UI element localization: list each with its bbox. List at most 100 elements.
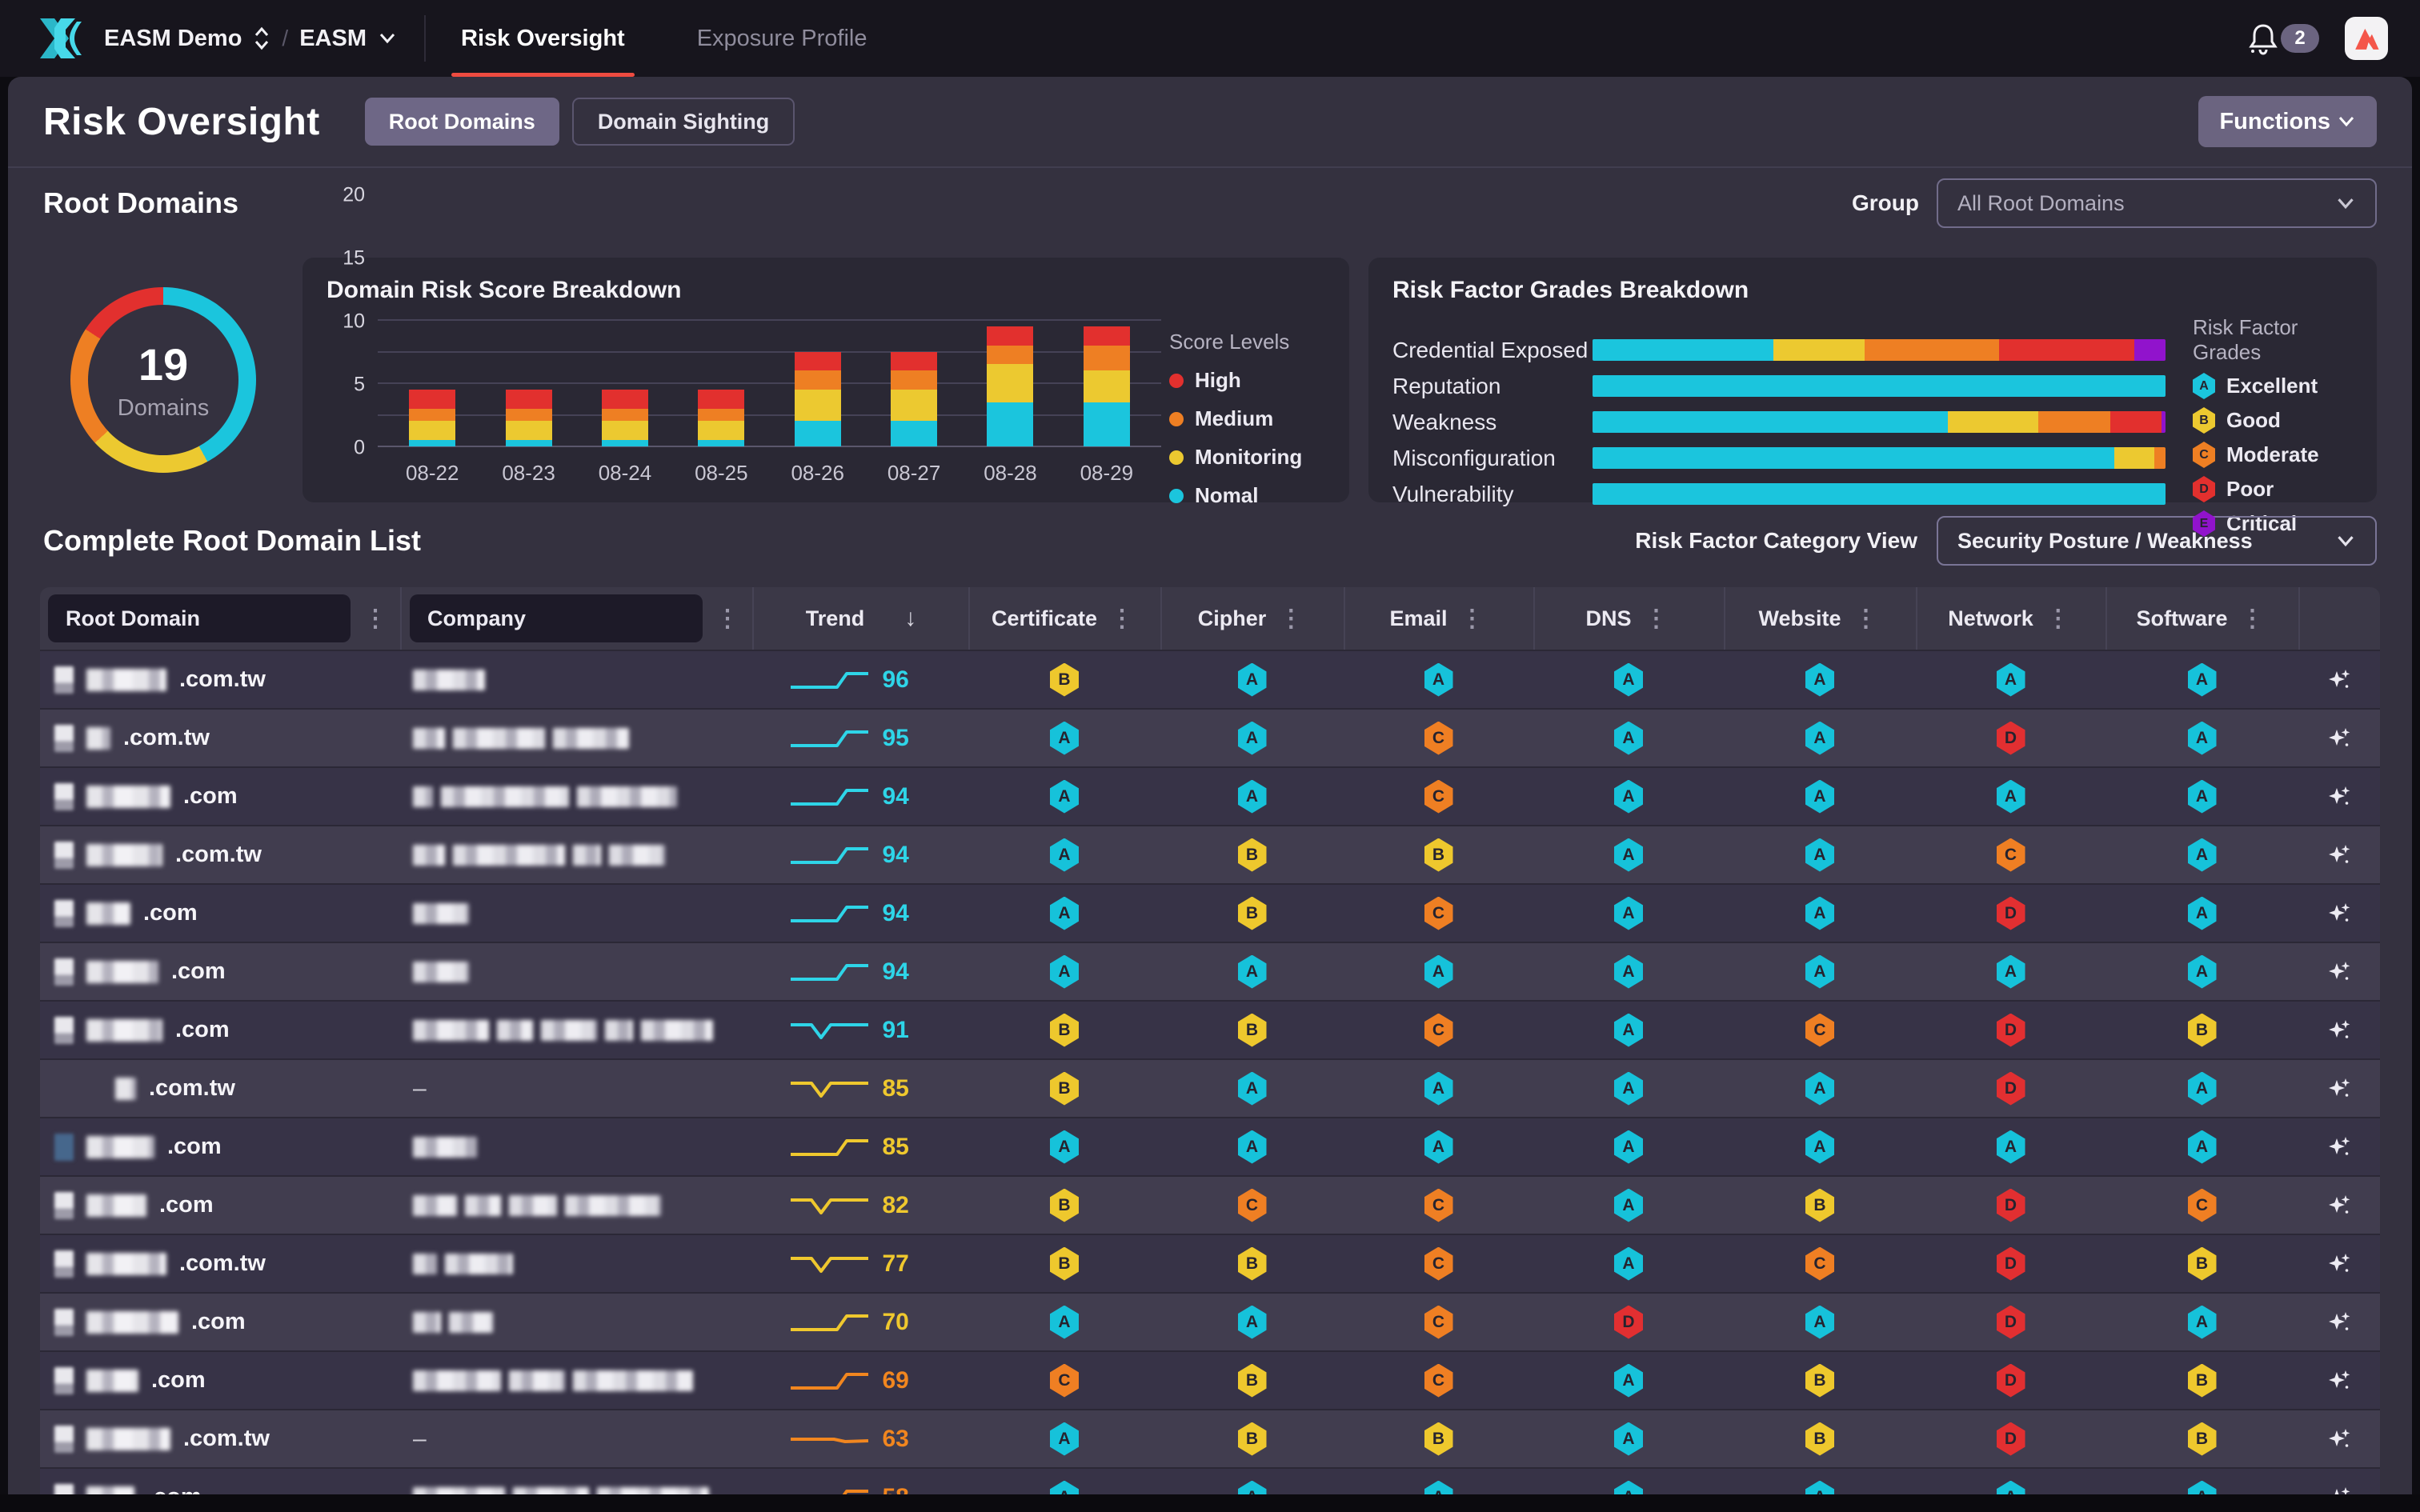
ai-sparkle-button[interactable] (2326, 1251, 2352, 1277)
table-row[interactable]: .com.tw96BAAAAAA (40, 650, 2380, 708)
tab-risk-oversight[interactable]: Risk Oversight (461, 0, 625, 77)
row-actions-cell (2298, 1177, 2380, 1234)
y-tick-20: 20 (343, 184, 365, 207)
root-domains-button[interactable]: Root Domains (365, 98, 559, 146)
redacted-domain-name (86, 1428, 170, 1450)
column-software[interactable]: Software⋮ (2105, 587, 2298, 650)
ai-sparkle-button[interactable] (2326, 667, 2352, 693)
redacted-company-block (509, 1195, 557, 1216)
ai-sparkle-button[interactable] (2326, 726, 2352, 751)
grade-B-badge: B (1050, 1247, 1079, 1281)
column-root-domain[interactable]: Root Domain ⋮ (40, 587, 400, 650)
segment-nomal (409, 440, 455, 446)
trend-sparkline (787, 1075, 871, 1102)
kebab-menu-icon[interactable]: ⋮ (2041, 605, 2075, 633)
table-row[interactable]: .com94AAAAAAA (40, 942, 2380, 1000)
grade-A-badge: A (2188, 955, 2217, 989)
grade-B-badge: B (1238, 1014, 1267, 1047)
table-row[interactable]: .com94ABCAADA (40, 883, 2380, 942)
segment-excellent (1593, 411, 1948, 433)
table-row[interactable]: .com91BBCACDB (40, 1000, 2380, 1058)
trend-sparkline (787, 1134, 871, 1161)
root-domain-cell: .com.tw (40, 1060, 400, 1117)
ai-sparkle-button[interactable] (2326, 901, 2352, 926)
table-row[interactable]: .com.tw77BBCACDB (40, 1234, 2380, 1292)
domain-sighting-button[interactable]: Domain Sighting (572, 98, 795, 146)
ai-sparkle-button[interactable] (2326, 1134, 2352, 1160)
table-row[interactable]: .com85AAAAAAA (40, 1117, 2380, 1175)
ai-sparkle-button[interactable] (2326, 1018, 2352, 1043)
table-row[interactable]: .com.tw–63ABBABDB (40, 1409, 2380, 1467)
table-row[interactable]: .com.tw95AACAADA (40, 708, 2380, 766)
segment-monitoring (506, 421, 552, 440)
grade-A-badge: A (1614, 1364, 1643, 1398)
column-trend[interactable]: Trend ↓ (752, 587, 968, 650)
grade-A-badge: A (2193, 373, 2215, 399)
grade-B-badge: B (2188, 1422, 2217, 1456)
ai-sparkle-button[interactable] (2326, 959, 2352, 985)
kebab-menu-icon[interactable]: ⋮ (1105, 605, 1139, 633)
root-domain-cell: .com (40, 1118, 400, 1175)
notifications-bell-icon[interactable] (2247, 21, 2279, 56)
column-cipher[interactable]: Cipher⋮ (1160, 587, 1344, 650)
redacted-company-block (577, 786, 677, 807)
functions-button[interactable]: Functions (2198, 96, 2377, 147)
ai-sparkle-button[interactable] (2326, 842, 2352, 868)
avatar[interactable] (2345, 17, 2388, 60)
project-chevron-down-icon[interactable] (378, 32, 397, 45)
kebab-menu-icon[interactable]: ⋮ (1456, 605, 1489, 633)
app-logo-icon[interactable] (32, 15, 86, 62)
org-sort-chevrons-icon[interactable] (253, 26, 270, 51)
ai-sparkle-button[interactable] (2326, 784, 2352, 810)
sort-desc-icon[interactable]: ↓ (904, 605, 916, 632)
column-network[interactable]: Network⋮ (1916, 587, 2105, 650)
ai-sparkle-button[interactable] (2326, 1076, 2352, 1102)
root-domain-filter[interactable]: Root Domain (48, 594, 351, 642)
category-view-select[interactable]: Security Posture / Weakness (1937, 516, 2377, 566)
grade-A-badge: A (1614, 663, 1643, 697)
donut-total: 19 (138, 338, 188, 390)
org-switcher[interactable]: EASM Demo (104, 26, 242, 52)
website-grade-cell: A (1724, 885, 1916, 942)
kebab-menu-icon[interactable]: ⋮ (2236, 605, 2270, 633)
segment-medium (602, 409, 648, 422)
legend-label: Medium (1195, 406, 1273, 431)
risk-score: 85 (883, 1134, 934, 1161)
redacted-company-block (413, 1195, 457, 1216)
ai-sparkle-button[interactable] (2326, 1368, 2352, 1394)
column-certificate[interactable]: Certificate⋮ (968, 587, 1160, 650)
dns-grade-cell: A (1533, 768, 1724, 825)
grade-A-badge: A (1424, 1072, 1453, 1106)
trend-sparkline (787, 666, 871, 694)
tab-exposure-profile[interactable]: Exposure Profile (697, 0, 867, 77)
group-select[interactable]: All Root Domains (1937, 178, 2377, 228)
ai-sparkle-button[interactable] (2326, 1310, 2352, 1335)
software-grade-cell: A (2105, 710, 2298, 766)
network-grade-cell: D (1916, 1352, 2105, 1409)
segment-moderate (2154, 447, 2166, 469)
grade-B-badge: B (2188, 1247, 2217, 1281)
risk-factor-label: Weakness (1392, 410, 1593, 435)
dns-grade-cell: A (1533, 885, 1724, 942)
column-actions (2298, 587, 2380, 650)
table-row[interactable]: .com.tw–85BAAAADA (40, 1058, 2380, 1117)
table-row[interactable]: .com.tw94ABBAACA (40, 825, 2380, 883)
column-company[interactable]: Company ⋮ (400, 587, 752, 650)
kebab-menu-icon[interactable]: ⋮ (711, 605, 744, 633)
column-email[interactable]: Email⋮ (1344, 587, 1533, 650)
notification-count-badge[interactable]: 2 (2281, 24, 2319, 53)
kebab-menu-icon[interactable]: ⋮ (1274, 605, 1308, 633)
kebab-menu-icon[interactable]: ⋮ (1849, 605, 1883, 633)
table-row[interactable]: .com69CBCABDB (40, 1350, 2380, 1409)
project-switcher[interactable]: EASM (299, 26, 367, 52)
kebab-menu-icon[interactable]: ⋮ (1640, 605, 1673, 633)
table-row[interactable]: .com82BCCABDC (40, 1175, 2380, 1234)
ai-sparkle-button[interactable] (2326, 1193, 2352, 1218)
table-row[interactable]: .com70AACDADA (40, 1292, 2380, 1350)
table-row[interactable]: .com94AACAAAA (40, 766, 2380, 825)
company-filter[interactable]: Company (410, 594, 703, 642)
kebab-menu-icon[interactable]: ⋮ (359, 605, 392, 633)
column-dns[interactable]: DNS⋮ (1533, 587, 1724, 650)
ai-sparkle-button[interactable] (2326, 1426, 2352, 1452)
column-website[interactable]: Website⋮ (1724, 587, 1916, 650)
